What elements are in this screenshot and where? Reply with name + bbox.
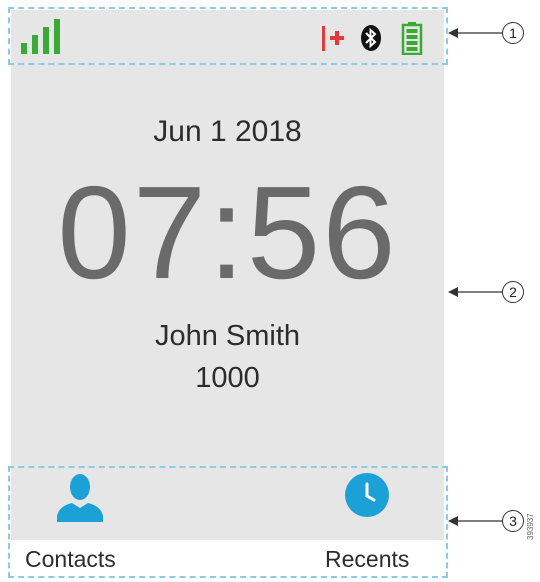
contacts-person-icon[interactable] — [55, 472, 105, 524]
callout-2: 2 — [448, 281, 528, 305]
user-name: John Smith — [154, 320, 301, 352]
date-display: Jun 1 2018 — [153, 115, 302, 148]
callout-number: 2 — [502, 281, 524, 303]
callout-number: 3 — [502, 510, 524, 532]
bluetooth-icon — [361, 25, 381, 51]
callout-arrow-icon — [448, 28, 502, 38]
callout-1: 1 — [448, 22, 528, 46]
recents-clock-icon[interactable] — [344, 472, 390, 518]
figure-id: 393937 — [526, 513, 535, 540]
recents-softkey-label[interactable]: Recents — [325, 544, 409, 574]
contacts-softkey-label[interactable]: Contacts — [25, 544, 116, 574]
callout-arrow-icon — [448, 287, 502, 297]
signal-strength-icon — [21, 19, 60, 54]
callout-number: 1 — [502, 22, 524, 44]
recording-icon — [322, 26, 344, 51]
callout-3: 3 — [448, 510, 528, 534]
user-extension: 1000 — [195, 362, 260, 394]
time-display: 07:56 — [57, 159, 398, 306]
status-bar-highlight — [8, 7, 448, 65]
callout-arrow-icon — [448, 516, 502, 526]
battery-icon — [401, 22, 423, 55]
